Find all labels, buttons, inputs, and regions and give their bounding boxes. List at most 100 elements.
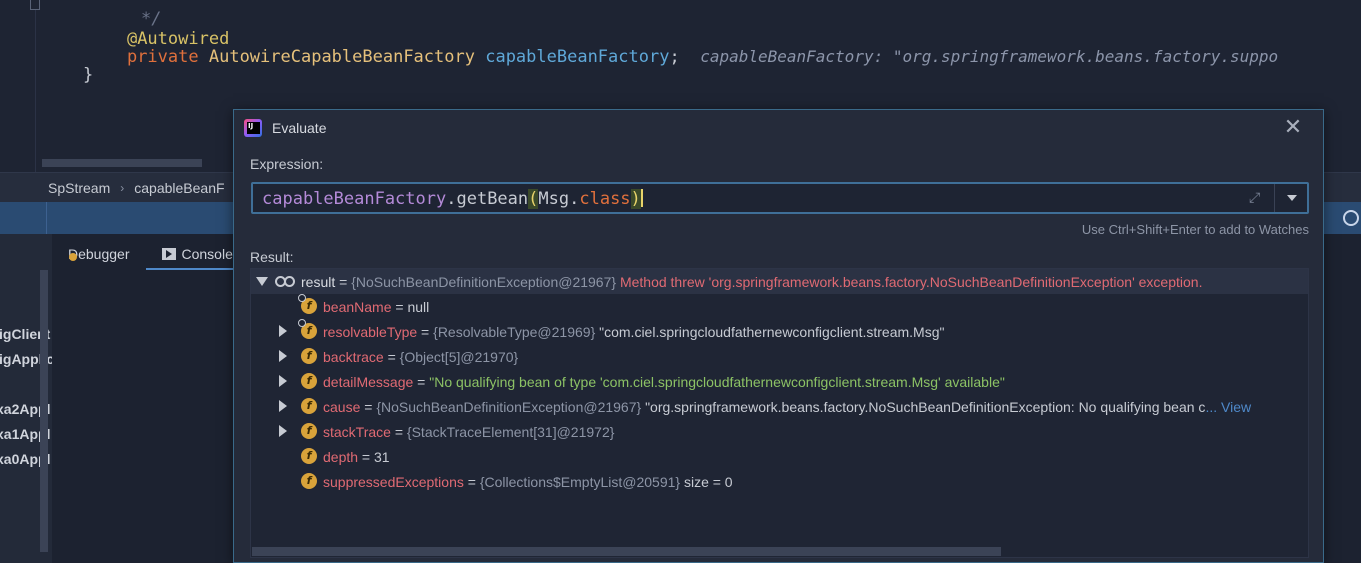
result-horizontal-scrollbar[interactable]	[252, 547, 1001, 556]
tree-row-root[interactable]: result = {NoSuchBeanDefinitionException@…	[251, 269, 1308, 294]
inline-debug-value: capableBeanFactory: "org.springframework…	[700, 47, 1279, 66]
expand-arrow-icon[interactable]	[279, 350, 287, 362]
collapse-arrow-icon[interactable]	[256, 277, 268, 286]
closing-brace: }	[82, 65, 94, 85]
watches-hint: Use Ctrl+Shift+Enter to add to Watches	[1081, 222, 1309, 237]
var-name: beanName	[323, 298, 392, 315]
var-name: resolvableType	[323, 323, 418, 340]
tree-row[interactable]: f detailMessage = "No qualifying bean of…	[251, 369, 1308, 394]
equals-sign: =	[360, 398, 377, 415]
tree-row[interactable]: f resolvableType = {ResolvableType@21969…	[251, 319, 1308, 344]
var-type: {ResolvableType@21969}	[433, 323, 596, 340]
list-scrollbar[interactable]	[40, 270, 48, 552]
equals-sign: =	[417, 323, 434, 340]
field-locked-icon: f	[298, 294, 317, 314]
semicolon: ;	[669, 47, 680, 67]
debug-indicator-icon	[69, 253, 77, 261]
field-icon: f	[301, 423, 317, 439]
field-name: capableBeanFactory	[485, 47, 670, 67]
tab-console-label: Console	[181, 246, 233, 262]
var-type: {Object[5]@21970}	[399, 348, 519, 365]
tree-row[interactable]: f suppressedExceptions = {Collections$Em…	[251, 469, 1308, 494]
view-link[interactable]: ... View	[1205, 399, 1251, 415]
tree-row[interactable]: f beanName = null	[251, 294, 1308, 319]
expr-method: getBean	[456, 189, 529, 209]
expr-keyword: class	[579, 189, 631, 209]
tree-row[interactable]: f cause = {NoSuchBeanDefinitionException…	[251, 394, 1308, 419]
var-name: result	[301, 273, 336, 290]
code-line-field: private AutowireCapableBeanFactory capab…	[86, 30, 1278, 84]
var-name: detailMessage	[323, 373, 414, 390]
result-tree[interactable]: result = {NoSuchBeanDefinitionException@…	[250, 268, 1309, 558]
console-icon	[161, 248, 176, 260]
var-type: {Collections$EmptyList@20591}	[479, 473, 681, 490]
var-type: {NoSuchBeanDefinitionException@21967}	[376, 398, 642, 415]
var-name: depth	[323, 448, 359, 465]
equals-sign: =	[391, 298, 408, 315]
run-config-list: igClient igApplic xa2Appl xa1Appl xa0App…	[0, 234, 52, 563]
tree-row[interactable]: f backtrace = {Object[5]@21970}	[251, 344, 1308, 369]
expr-field: capableBeanFactory	[262, 189, 447, 209]
dialog-title: Evaluate	[272, 120, 327, 136]
expression-input[interactable]: capableBeanFactory.getBean(Msg.class) ⤢	[251, 182, 1309, 214]
expr-paren-open: (	[528, 189, 539, 209]
tree-row-text: backtrace = {Object[5]@21970}	[323, 349, 518, 365]
tree-row[interactable]: f stackTrace = {StackTraceElement[31]@21…	[251, 419, 1308, 444]
expand-arrow-icon[interactable]	[279, 400, 287, 412]
breadcrumb-item-class[interactable]: SpStream	[48, 180, 110, 196]
chevron-right-icon: ›	[120, 180, 125, 195]
equals-sign: =	[335, 273, 352, 290]
editor-horizontal-scrollbar[interactable]	[42, 159, 202, 167]
intellij-logo-icon	[244, 119, 262, 137]
expand-arrow-icon[interactable]	[279, 375, 287, 387]
evaluate-dialog: Evaluate ✕ Expression: capableBeanFactor…	[233, 109, 1324, 563]
expression-label: Expression:	[250, 156, 324, 172]
tree-row[interactable]: f depth = 31	[251, 444, 1308, 469]
fold-marker-icon[interactable]	[30, 0, 40, 10]
tree-row-text: depth = 31	[323, 449, 390, 465]
tree-row-text: suppressedExceptions = {Collections$Empt…	[323, 474, 733, 490]
tab-debugger[interactable]: Debugger	[52, 246, 146, 270]
var-name: backtrace	[323, 348, 384, 365]
var-name: suppressedExceptions	[323, 473, 464, 490]
tree-row-text: result = {NoSuchBeanDefinitionException@…	[301, 274, 1202, 290]
field-icon: f	[301, 473, 317, 489]
var-name: cause	[323, 398, 361, 415]
expr-dot: .	[446, 189, 457, 209]
result-label: Result:	[250, 249, 294, 265]
field-locked-icon: f	[298, 319, 317, 339]
settings-icon[interactable]	[1343, 210, 1359, 226]
var-value: "org.springframework.beans.factory.NoSuc…	[645, 398, 1206, 415]
expression-text: capableBeanFactory.getBean(Msg.class)	[262, 189, 643, 209]
var-value: "No qualifying bean of type 'com.ciel.sp…	[429, 373, 1005, 390]
history-dropdown-icon[interactable]	[1287, 195, 1297, 201]
dialog-title-bar[interactable]: Evaluate	[234, 110, 1323, 146]
close-button[interactable]: ✕	[1283, 117, 1303, 139]
watch-glasses-icon	[275, 276, 295, 287]
debugger-tabs: Debugger Console	[52, 234, 252, 270]
expand-arrow-icon[interactable]	[279, 425, 287, 437]
exception-message: Method threw 'org.springframework.beans.…	[619, 273, 1203, 290]
text-caret	[640, 189, 643, 207]
code-line-brace: }	[42, 48, 93, 102]
expand-icon[interactable]: ⤢	[1249, 190, 1265, 206]
expand-arrow-icon[interactable]	[279, 325, 287, 337]
expr-arg-type: Msg	[538, 189, 570, 209]
equals-sign: =	[463, 473, 480, 490]
tab-debugger-label: Debugger	[68, 246, 130, 262]
dropdown-divider	[1274, 184, 1275, 212]
field-icon: f	[301, 398, 317, 414]
type-name: AutowireCapableBeanFactory	[208, 47, 475, 67]
keyword-private: private	[126, 47, 199, 67]
expr-dot: .	[569, 189, 580, 209]
tree-row-text: detailMessage = "No qualifying bean of t…	[323, 374, 1005, 390]
equals-sign: =	[390, 423, 407, 440]
breadcrumb-item-field[interactable]: capableBeanF	[134, 180, 224, 196]
field-icon: f	[301, 373, 317, 389]
field-icon: f	[301, 348, 317, 364]
var-value: size = 0	[683, 473, 733, 490]
tree-row-text: beanName = null	[323, 299, 429, 315]
equals-sign: =	[383, 348, 400, 365]
equals-sign: =	[358, 448, 375, 465]
var-value: "com.ciel.springcloudfathernewconfigclie…	[599, 323, 945, 340]
